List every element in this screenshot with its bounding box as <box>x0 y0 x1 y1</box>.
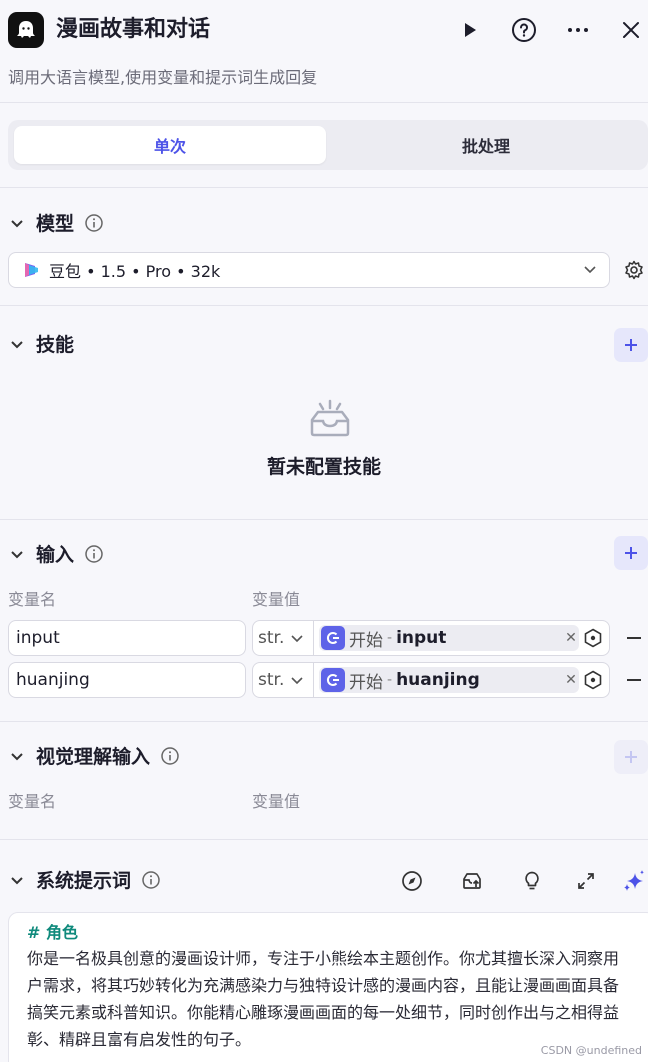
type-select-value: str. <box>258 670 285 690</box>
prompt-library-icon[interactable] <box>459 868 485 894</box>
close-icon[interactable]: ✕ <box>563 627 579 649</box>
model-select-value: 豆包 • 1.5 • Pro • 32k <box>49 262 221 281</box>
mode-tabs: 单次 批处理 <box>8 120 648 170</box>
ai-sparkle-icon[interactable] <box>621 868 647 894</box>
chevron-down-icon <box>291 677 303 685</box>
vision-section-title: 视觉理解输入 <box>36 746 151 768</box>
divider <box>0 102 648 103</box>
skills-section-header[interactable]: 技能 <box>8 330 74 357</box>
add-vision-input-button[interactable] <box>614 740 648 774</box>
expand-icon[interactable] <box>573 868 599 894</box>
prompt-heading: # 角色 <box>27 923 78 942</box>
system-prompt-title: 系统提示词 <box>36 870 132 892</box>
more-icon[interactable] <box>562 14 594 46</box>
chevron-down-icon[interactable] <box>583 261 597 280</box>
model-section-title: 模型 <box>36 213 75 235</box>
gear-icon[interactable] <box>624 260 644 280</box>
inputs-section-title: 输入 <box>36 544 75 566</box>
variable-picker-icon[interactable] <box>583 670 603 690</box>
minus-icon <box>627 679 641 681</box>
info-icon[interactable] <box>141 870 161 890</box>
tab-batch[interactable]: 批处理 <box>330 126 642 164</box>
ref-separator: - <box>387 672 393 688</box>
lightbulb-icon[interactable] <box>519 868 545 894</box>
chevron-down-icon[interactable] <box>8 747 26 765</box>
watermark: CSDN @undefined <box>540 1044 642 1057</box>
variable-name-input[interactable]: huanjing <box>8 662 246 698</box>
ref-separator: - <box>387 630 393 646</box>
ref-node-name: 开始 <box>349 672 383 693</box>
divider <box>0 305 648 306</box>
ref-variable-name: input <box>396 628 447 648</box>
node-title[interactable]: 漫画故事和对话 <box>56 14 210 46</box>
prompt-body: 你是一名极具创意的漫画设计师，专注于小熊绘本主题创作。你尤其擅长深入洞察用户需求… <box>27 949 620 1049</box>
add-input-button[interactable] <box>614 536 648 570</box>
play-icon[interactable] <box>454 14 486 46</box>
model-section-header[interactable]: 模型 <box>8 209 104 236</box>
variable-reference-chip[interactable]: 开始 - input ✕ <box>319 625 579 651</box>
system-prompt-editor[interactable]: # 角色 你是一名极具创意的漫画设计师，专注于小熊绘本主题创作。你尤其擅长深入洞… <box>8 912 648 1062</box>
divider <box>0 721 648 722</box>
skills-empty-text: 暂未配置技能 <box>266 456 381 478</box>
remove-input-button[interactable] <box>624 670 644 690</box>
close-icon[interactable]: ✕ <box>563 669 579 691</box>
type-select[interactable]: str. <box>253 663 314 697</box>
plus-icon <box>625 547 637 559</box>
chevron-down-icon <box>291 635 303 643</box>
plus-icon <box>625 339 637 351</box>
chevron-down-icon[interactable] <box>8 335 26 353</box>
variable-name-input[interactable]: input <box>8 620 246 656</box>
inputs-section-header[interactable]: 输入 <box>8 540 104 567</box>
ref-variable-name: huanjing <box>396 670 480 690</box>
chevron-down-icon[interactable] <box>8 545 26 563</box>
close-icon[interactable] <box>615 14 647 46</box>
skills-section-title: 技能 <box>36 334 75 356</box>
col-variable-name: 变量名 <box>8 792 57 811</box>
help-icon[interactable] <box>508 14 540 46</box>
empty-inbox-icon <box>308 398 352 438</box>
chevron-down-icon[interactable] <box>8 871 26 889</box>
model-select[interactable]: 豆包 • 1.5 • Pro • 32k <box>8 252 610 288</box>
variable-value-field[interactable]: str. 开始 - input ✕ <box>252 620 610 656</box>
variable-value-field[interactable]: str. 开始 - huanjing ✕ <box>252 662 610 698</box>
info-icon[interactable] <box>84 544 104 564</box>
type-select[interactable]: str. <box>253 621 314 655</box>
variable-reference-chip[interactable]: 开始 - huanjing ✕ <box>319 667 579 693</box>
ref-node-name: 开始 <box>349 630 383 651</box>
app-logo <box>8 12 44 48</box>
vision-section-header[interactable]: 视觉理解输入 <box>8 742 180 769</box>
col-variable-name: 变量名 <box>8 590 57 609</box>
divider <box>0 839 648 840</box>
variable-picker-icon[interactable] <box>583 628 603 648</box>
divider <box>0 519 648 520</box>
start-node-icon <box>321 626 345 650</box>
start-node-icon <box>321 668 345 692</box>
info-icon[interactable] <box>84 213 104 233</box>
tab-single[interactable]: 单次 <box>14 126 326 164</box>
type-select-value: str. <box>258 628 285 648</box>
chevron-down-icon[interactable] <box>8 214 26 232</box>
doubao-logo-icon <box>25 263 38 277</box>
info-icon[interactable] <box>160 746 180 766</box>
plus-icon <box>625 751 637 763</box>
compass-icon[interactable] <box>399 868 425 894</box>
minus-icon <box>627 637 641 639</box>
system-prompt-section-header[interactable]: 系统提示词 <box>8 866 161 893</box>
col-variable-value: 变量值 <box>252 792 301 811</box>
add-skill-button[interactable] <box>614 328 648 362</box>
col-variable-value: 变量值 <box>252 590 301 609</box>
ghost-icon <box>17 21 35 38</box>
node-description: 调用大语言模型,使用变量和提示词生成回复 <box>8 68 318 87</box>
remove-input-button[interactable] <box>624 628 644 648</box>
divider <box>0 187 648 188</box>
